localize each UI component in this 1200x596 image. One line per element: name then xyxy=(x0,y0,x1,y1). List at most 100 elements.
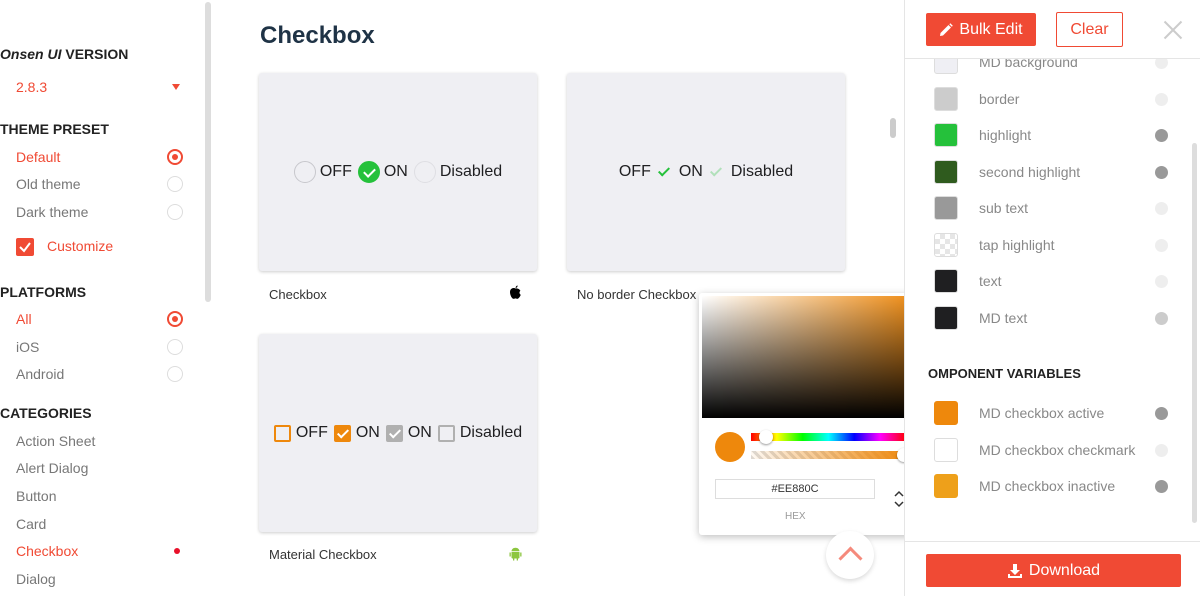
card-material-checkbox[interactable]: OFF ON ON Disabled xyxy=(259,334,537,532)
bulk-edit-button[interactable]: Bulk Edit xyxy=(926,13,1036,46)
md-checkbox-on[interactable] xyxy=(333,424,351,442)
platform-label: Android xyxy=(16,366,65,382)
var-label: MD text xyxy=(979,310,1028,326)
md-checkbox-disabled xyxy=(437,424,455,442)
customize-label[interactable]: Customize xyxy=(47,238,113,254)
category-card[interactable]: Card xyxy=(16,516,186,532)
close-icon[interactable] xyxy=(1163,20,1183,40)
reset-dot-icon[interactable] xyxy=(1155,129,1168,142)
category-button[interactable]: Button xyxy=(16,488,186,504)
panel-scrollbar[interactable] xyxy=(1192,143,1197,523)
hex-input[interactable] xyxy=(715,479,875,499)
category-checkbox[interactable]: Checkbox xyxy=(16,543,186,559)
color-swatch[interactable] xyxy=(934,306,958,330)
sidebar: Onsen UI VERSION 2.8.3 THEME PRESET Defa… xyxy=(0,0,215,596)
var-md-checkbox-checkmark[interactable]: MD checkbox checkmark xyxy=(934,438,1174,462)
radio-icon[interactable] xyxy=(167,204,183,220)
var-tap-highlight[interactable]: tap highlight xyxy=(934,233,1174,257)
off-label: OFF xyxy=(295,424,328,441)
theme-dark[interactable]: Dark theme xyxy=(16,204,186,220)
hex-mode-label: HEX xyxy=(785,511,806,522)
download-button[interactable]: Download xyxy=(926,554,1181,587)
var-label: second highlight xyxy=(979,164,1081,180)
var-highlight[interactable]: highlight xyxy=(934,123,1174,147)
platform-ios[interactable]: iOS xyxy=(16,339,186,355)
divider xyxy=(905,541,1200,542)
color-swatch[interactable] xyxy=(934,438,958,462)
saturation-field[interactable] xyxy=(702,296,923,418)
md-checkbox-off[interactable] xyxy=(273,424,291,442)
categories-heading: CATEGORIES xyxy=(0,405,92,421)
alpha-slider[interactable] xyxy=(751,451,906,459)
var-md-checkbox-active[interactable]: MD checkbox active xyxy=(934,401,1174,425)
color-swatch[interactable] xyxy=(934,474,958,498)
var-md-checkbox-inactive[interactable]: MD checkbox inactive xyxy=(934,474,1174,498)
android-icon xyxy=(509,547,522,561)
ios-checkbox-off[interactable] xyxy=(293,161,316,183)
pencil-icon xyxy=(940,22,954,36)
reset-dot-icon[interactable] xyxy=(1155,93,1168,106)
reset-dot-icon[interactable] xyxy=(1155,239,1168,252)
radio-selected-icon[interactable] xyxy=(167,311,183,327)
theme-label: Dark theme xyxy=(16,204,89,220)
reset-dot-icon[interactable] xyxy=(1155,480,1168,493)
hue-handle[interactable] xyxy=(759,430,773,444)
main-scrollbar[interactable] xyxy=(890,118,896,138)
disabled-label: Disabled xyxy=(459,424,523,441)
checkmark-disabled-icon xyxy=(709,163,722,177)
radio-icon[interactable] xyxy=(167,366,183,382)
off-label: OFF xyxy=(319,163,352,180)
var-sub-text[interactable]: sub text xyxy=(934,196,1174,220)
category-alert-dialog[interactable]: Alert Dialog xyxy=(16,460,186,476)
ios-checkbox-on[interactable] xyxy=(357,161,380,183)
category-action-sheet[interactable]: Action Sheet xyxy=(16,433,186,449)
reset-dot-icon[interactable] xyxy=(1155,444,1168,457)
reset-dot-icon[interactable] xyxy=(1155,166,1168,179)
var-text[interactable]: text xyxy=(934,269,1174,293)
var-border[interactable]: border xyxy=(934,87,1174,111)
color-swatch[interactable] xyxy=(934,233,958,257)
var-label: MD checkbox checkmark xyxy=(979,442,1136,458)
platform-label: iOS xyxy=(16,339,40,355)
reset-dot-icon[interactable] xyxy=(1155,59,1168,69)
version-select[interactable]: 2.8.3 xyxy=(16,79,186,95)
category-dialog[interactable]: Dialog xyxy=(16,571,186,587)
theme-old[interactable]: Old theme xyxy=(16,176,186,192)
ios-checkbox-disabled xyxy=(413,161,436,183)
checkmark-on-icon[interactable] xyxy=(657,163,670,177)
var-md-background[interactable]: MD background xyxy=(934,59,1174,74)
color-swatch[interactable] xyxy=(934,59,958,74)
reset-dot-icon[interactable] xyxy=(1155,407,1168,420)
disabled-label: Disabled xyxy=(439,163,503,180)
var-label: highlight xyxy=(979,127,1032,143)
platform-android[interactable]: Android xyxy=(16,366,186,382)
customize-checkbox[interactable] xyxy=(16,238,34,256)
radio-selected-icon[interactable] xyxy=(167,149,183,165)
hue-slider[interactable] xyxy=(751,433,906,441)
color-swatch[interactable] xyxy=(934,401,958,425)
color-swatch[interactable] xyxy=(934,87,958,111)
radio-icon[interactable] xyxy=(167,176,183,192)
radio-icon[interactable] xyxy=(167,339,183,355)
theme-default[interactable]: Default xyxy=(16,149,186,165)
color-swatch[interactable] xyxy=(934,160,958,184)
reset-dot-icon[interactable] xyxy=(1155,312,1168,325)
var-label: MD checkbox inactive xyxy=(979,478,1116,494)
sidebar-scrollbar[interactable] xyxy=(205,2,211,302)
on-label: ON xyxy=(678,163,703,180)
on-label: ON xyxy=(407,424,432,441)
platform-all[interactable]: All xyxy=(16,311,186,327)
reset-dot-icon[interactable] xyxy=(1155,202,1168,215)
reset-dot-icon[interactable] xyxy=(1155,275,1168,288)
back-to-top-button[interactable] xyxy=(826,531,874,579)
active-dot-icon xyxy=(174,548,180,554)
clear-button[interactable]: Clear xyxy=(1056,12,1123,47)
color-swatch[interactable] xyxy=(934,123,958,147)
var-second-highlight[interactable]: second highlight xyxy=(934,160,1174,184)
var-md-text[interactable]: MD text xyxy=(934,306,1174,330)
card-checkbox[interactable]: OFF ON Disabled xyxy=(259,73,537,271)
download-icon xyxy=(1007,563,1022,578)
color-swatch[interactable] xyxy=(934,269,958,293)
card-no-border-checkbox[interactable]: OFF ON Disabled xyxy=(567,73,845,271)
color-swatch[interactable] xyxy=(934,196,958,220)
